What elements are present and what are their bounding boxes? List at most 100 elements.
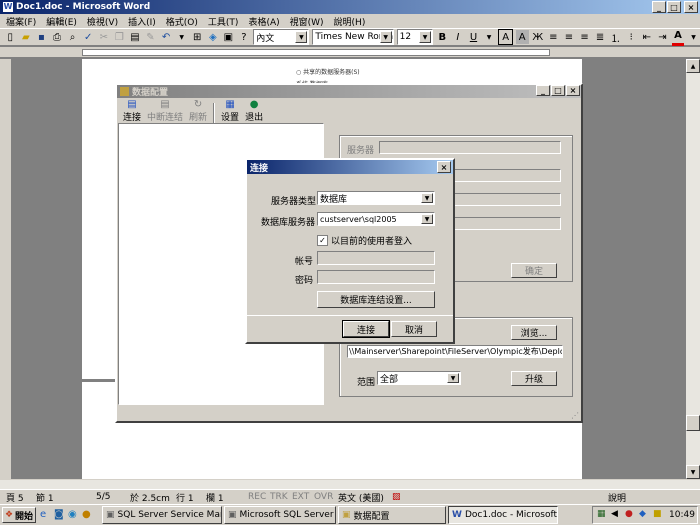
word-title-bar[interactable]: W Doc1.doc - Microsoft Word _ □ ×	[0, 0, 700, 14]
font-color-icon[interactable]: A	[671, 29, 685, 46]
tray-update-icon[interactable]: ◆	[639, 509, 646, 519]
outdent-icon[interactable]: ⇤	[641, 30, 654, 44]
use-current-user-checkbox[interactable]: ✓ 以目前的使用者登入	[317, 234, 412, 247]
vertical-ruler[interactable]	[0, 59, 12, 479]
connect-dialog-title-bar[interactable]: 连接 ×	[247, 160, 453, 174]
horizontal-ruler[interactable]	[0, 47, 700, 58]
save-icon[interactable]: ▪	[35, 30, 48, 44]
task-word[interactable]: W Doc1.doc - Microsoft Word	[448, 506, 558, 524]
justify-icon[interactable]: ≣	[594, 30, 607, 44]
password-field[interactable]	[317, 270, 435, 284]
disconnect-tool-button[interactable]: ▤ 中断连结	[147, 99, 183, 123]
format-painter-icon[interactable]: ✎	[144, 30, 157, 44]
account-field[interactable]	[317, 251, 435, 265]
menu-table[interactable]: 表格(A)	[248, 15, 279, 28]
font-size-select[interactable]: 12 ▼	[396, 29, 434, 45]
config-close-button[interactable]: ×	[566, 85, 580, 96]
task-sql-service-manager[interactable]: ▣ SQL Server Service Mana...	[102, 506, 222, 524]
status-rec[interactable]: REC	[248, 492, 266, 502]
zoom-icon[interactable]: ▣	[222, 30, 235, 44]
settings-tool-button[interactable]: ▦ 设置	[221, 99, 239, 123]
preview-icon[interactable]: ⌕	[66, 30, 79, 44]
db-server-select[interactable]: custserver\sql2005 ▼	[317, 212, 435, 226]
paste-icon[interactable]: ▤	[129, 30, 142, 44]
font-color-dropdown-icon[interactable]: ▼	[687, 30, 700, 44]
scroll-down-button[interactable]: ▼	[686, 465, 700, 479]
align-center-icon[interactable]: ≡	[563, 30, 576, 44]
undo-icon[interactable]: ↶	[160, 30, 173, 44]
align-left-icon[interactable]: ≡	[547, 30, 560, 44]
horizontal-scrollbar[interactable]	[0, 479, 700, 489]
tray-network-icon[interactable]: ▦	[597, 509, 606, 519]
indent-icon[interactable]: ⇥	[656, 30, 669, 44]
char-shading-icon[interactable]: A	[515, 30, 529, 44]
start-button[interactable]: ❖ 開始	[2, 507, 36, 523]
connect-tool-button[interactable]: ▤ 连接	[123, 99, 141, 123]
underline-icon[interactable]: U	[467, 30, 480, 44]
tray-app-icon[interactable]: ■	[653, 509, 662, 519]
tray-security-icon[interactable]: ●	[625, 509, 633, 519]
quicklaunch-app-icon[interactable]: ●	[82, 509, 91, 520]
style-select[interactable]: 內文 ▼	[253, 29, 310, 45]
config-minimize-button[interactable]: _	[536, 85, 550, 96]
char-scale-icon[interactable]: Ж	[532, 30, 545, 44]
exit-tool-button[interactable]: ● 退出	[245, 99, 263, 123]
quicklaunch-desktop-icon[interactable]: ◙	[54, 509, 64, 520]
status-ext[interactable]: EXT	[292, 492, 309, 502]
status-help[interactable]: 說明	[608, 491, 626, 504]
cut-icon[interactable]: ✂	[97, 30, 110, 44]
print-icon[interactable]: ⎙	[51, 30, 64, 44]
status-trk[interactable]: TRK	[270, 492, 288, 502]
dialog-connect-button[interactable]: 连接	[342, 320, 390, 338]
server-type-select[interactable]: 数据库 ▼	[317, 191, 435, 205]
bold-icon[interactable]: B	[436, 30, 449, 44]
task-data-config[interactable]: ▣ 数据配置	[338, 506, 446, 524]
task-sql-server-management[interactable]: ▣ Microsoft SQL Server Ma...	[224, 506, 336, 524]
quicklaunch-ie-icon[interactable]: e	[40, 509, 46, 520]
scroll-thumb[interactable]	[686, 415, 700, 431]
scroll-up-button[interactable]: ▲	[686, 59, 700, 73]
db-settings-button[interactable]: 数据库连结设置...	[317, 291, 435, 308]
help-icon[interactable]: ?	[238, 30, 251, 44]
menu-view[interactable]: 檢視(V)	[87, 15, 118, 28]
open-folder-icon[interactable]: ▰	[20, 30, 33, 44]
menu-window[interactable]: 視窗(W)	[290, 15, 324, 28]
menu-tools[interactable]: 工具(T)	[208, 15, 239, 28]
word-minimize-button[interactable]: _	[652, 1, 666, 13]
scope-select[interactable]: 全部 ▼	[377, 371, 461, 385]
menu-format[interactable]: 格式(O)	[166, 15, 198, 28]
table-icon[interactable]: ⊞	[191, 30, 204, 44]
quicklaunch-outlook-icon[interactable]: ◉	[68, 509, 77, 520]
char-border-icon[interactable]: A	[498, 29, 513, 45]
status-ovr[interactable]: OVR	[314, 492, 333, 502]
underline-dropdown-icon[interactable]: ▼	[483, 30, 496, 44]
resize-grip-icon[interactable]: ⋰	[571, 411, 579, 420]
tray-volume-icon[interactable]: ◀	[611, 509, 618, 519]
deploy-path-field[interactable]: \\Mainserver\Sharepoint\FileServer\Olymp…	[347, 345, 563, 358]
confirm-button[interactable]: 确定	[511, 263, 557, 278]
dialog-cancel-button[interactable]: 取消	[391, 321, 437, 337]
new-doc-icon[interactable]: ▯	[4, 30, 17, 44]
bullets-icon[interactable]: ⁝	[625, 30, 638, 44]
browse-button[interactable]: 浏览...	[511, 325, 557, 340]
menu-insert[interactable]: 插入(I)	[128, 15, 156, 28]
align-right-icon[interactable]: ≡	[578, 30, 591, 44]
drawing-icon[interactable]: ◈	[207, 30, 220, 44]
menu-file[interactable]: 檔案(F)	[6, 15, 36, 28]
menu-help[interactable]: 說明(H)	[334, 15, 366, 28]
upgrade-button[interactable]: 升级	[511, 371, 557, 386]
copy-icon[interactable]: ❐	[113, 30, 126, 44]
word-close-button[interactable]: ×	[684, 1, 698, 13]
italic-icon[interactable]: I	[452, 30, 465, 44]
word-maximize-button[interactable]: □	[667, 1, 681, 13]
dialog-close-button[interactable]: ×	[437, 161, 451, 173]
vertical-scrollbar[interactable]: ▲ ▼	[686, 59, 700, 479]
undo-dropdown-icon[interactable]: ▼	[175, 30, 188, 44]
menu-edit[interactable]: 編輯(E)	[46, 15, 77, 28]
spelling-icon[interactable]: ✓	[82, 30, 95, 44]
font-select[interactable]: Times New Roman ▼	[312, 29, 394, 45]
data-config-title-bar[interactable]: 数据配置 _ □ ×	[117, 85, 581, 98]
taskbar-clock[interactable]: 10:49	[669, 510, 695, 520]
spelling-status-icon[interactable]: ▨	[392, 492, 401, 502]
config-maximize-button[interactable]: □	[551, 85, 565, 96]
